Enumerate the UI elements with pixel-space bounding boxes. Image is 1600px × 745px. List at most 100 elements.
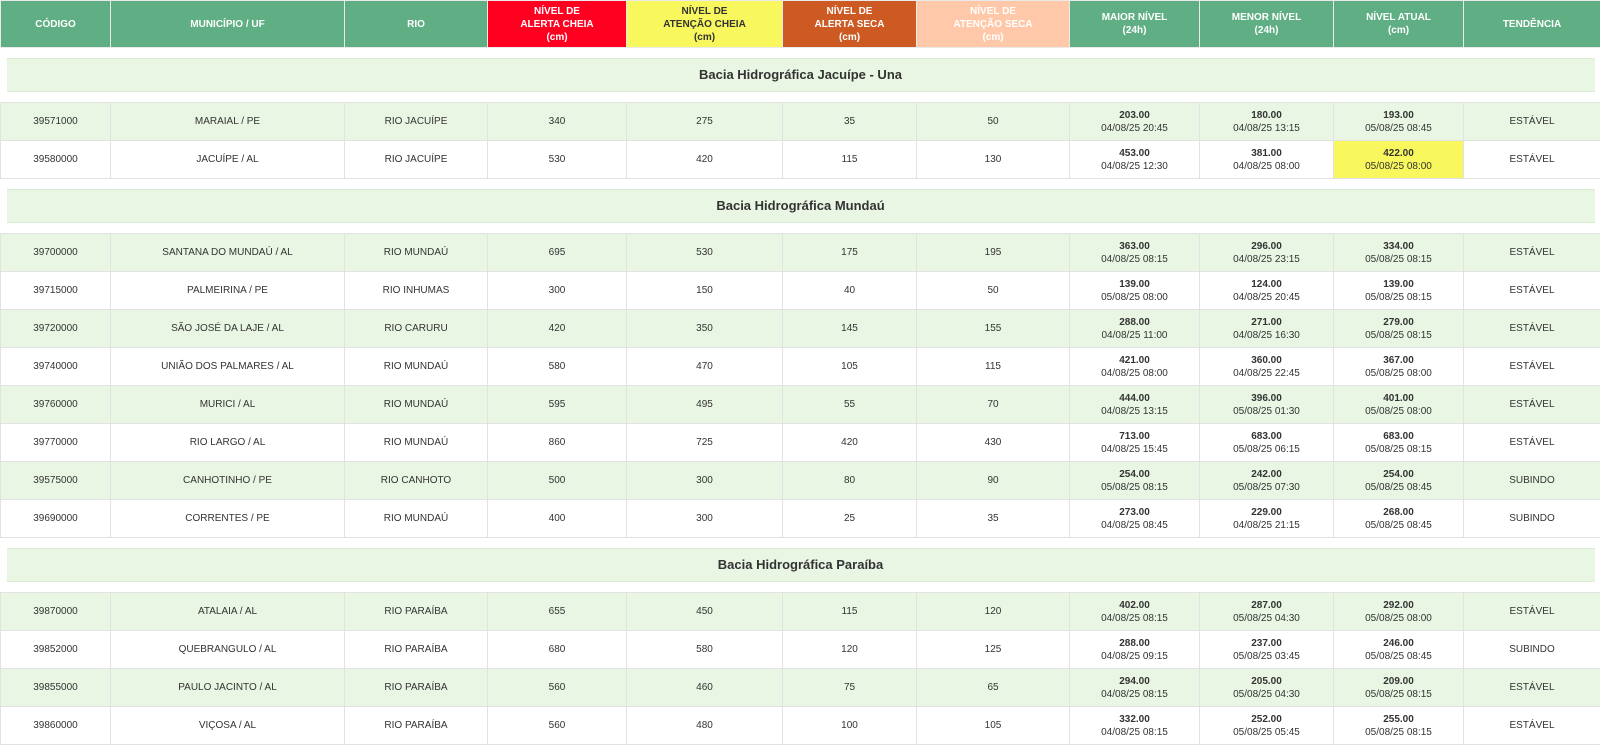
max-level-24h-value: 294.00 xyxy=(1070,675,1199,688)
trend: ESTÁVEL xyxy=(1464,386,1600,424)
trend: ESTÁVEL xyxy=(1464,272,1600,310)
river: RIO INHUMAS xyxy=(345,272,488,310)
station-code: 39580000 xyxy=(1,141,111,179)
current-level-datetime: 05/08/25 08:15 xyxy=(1334,329,1463,342)
basin-group-cell: Bacia Hidrográfica Mundaú xyxy=(1,179,1600,234)
municipality: CORRENTES / PE xyxy=(111,500,345,538)
basin-group-cell: Bacia Hidrográfica Paraíba xyxy=(1,538,1600,593)
river: RIO PARAÍBA xyxy=(345,631,488,669)
current-level-datetime: 05/08/25 08:45 xyxy=(1334,519,1463,532)
header-label-line: (cm) xyxy=(627,31,782,44)
flood-attention-level: 300 xyxy=(627,500,783,538)
min-level-24h-value: 237.00 xyxy=(1200,637,1333,650)
min-level-24h: 396.0005/08/25 01:30 xyxy=(1200,386,1334,424)
drought-attention-level: 155 xyxy=(917,310,1070,348)
max-level-24h: 402.0004/08/25 08:15 xyxy=(1070,593,1200,631)
basin-title: Bacia Hidrográfica Jacuípe - Una xyxy=(7,58,1595,92)
basin-group-row: Bacia Hidrográfica Jacuípe - Una xyxy=(1,48,1600,103)
station-code: 39760000 xyxy=(1,386,111,424)
flood-attention-level: 530 xyxy=(627,234,783,272)
header-label-line: (24h) xyxy=(1070,24,1199,37)
max-level-24h-datetime: 04/08/25 11:00 xyxy=(1070,329,1199,342)
municipality: MURICI / AL xyxy=(111,386,345,424)
river: RIO MUNDAÚ xyxy=(345,424,488,462)
station-row: 39580000JACUÍPE / ALRIO JACUÍPE530420115… xyxy=(1,141,1600,179)
flood-alert-level: 340 xyxy=(488,103,627,141)
flood-alert-level: 560 xyxy=(488,669,627,707)
current-level: 292.0005/08/25 08:00 xyxy=(1334,593,1464,631)
max-level-24h-datetime: 04/08/25 08:15 xyxy=(1070,726,1199,739)
flood-attention-level: 460 xyxy=(627,669,783,707)
river: RIO CANHOTO xyxy=(345,462,488,500)
flood-alert-level: 680 xyxy=(488,631,627,669)
flood-attention-level: 275 xyxy=(627,103,783,141)
river: RIO MUNDAÚ xyxy=(345,386,488,424)
current-level-value: 334.00 xyxy=(1334,240,1463,253)
header-nivel-atencao-cheia: NÍVEL DEATENÇÃO CHEIA(cm) xyxy=(627,1,783,48)
current-level: 279.0005/08/25 08:15 xyxy=(1334,310,1464,348)
flood-alert-level: 400 xyxy=(488,500,627,538)
flood-attention-level: 470 xyxy=(627,348,783,386)
max-level-24h-value: 254.00 xyxy=(1070,468,1199,481)
min-level-24h-datetime: 04/08/25 16:30 xyxy=(1200,329,1333,342)
station-code: 39700000 xyxy=(1,234,111,272)
current-level-value: 422.00 xyxy=(1334,147,1463,160)
flood-attention-level: 450 xyxy=(627,593,783,631)
max-level-24h-value: 288.00 xyxy=(1070,637,1199,650)
min-level-24h-value: 396.00 xyxy=(1200,392,1333,405)
current-level-datetime: 05/08/25 08:00 xyxy=(1334,160,1463,173)
current-level-value: 193.00 xyxy=(1334,109,1463,122)
min-level-24h: 271.0004/08/25 16:30 xyxy=(1200,310,1334,348)
header-label-line: NÍVEL DE xyxy=(783,5,916,18)
header-label-line: NÍVEL DE xyxy=(488,5,626,18)
current-level-value: 254.00 xyxy=(1334,468,1463,481)
municipality: MARAIAL / PE xyxy=(111,103,345,141)
basin-group-row: Bacia Hidrográfica Mundaú xyxy=(1,179,1600,234)
station-code: 39575000 xyxy=(1,462,111,500)
flood-attention-level: 725 xyxy=(627,424,783,462)
drought-attention-level: 105 xyxy=(917,707,1070,745)
max-level-24h-value: 402.00 xyxy=(1070,599,1199,612)
header-nivel-alerta-cheia: NÍVEL DEALERTA CHEIA(cm) xyxy=(488,1,627,48)
min-level-24h-value: 381.00 xyxy=(1200,147,1333,160)
drought-attention-level: 50 xyxy=(917,103,1070,141)
current-level-datetime: 05/08/25 08:15 xyxy=(1334,688,1463,701)
municipality: UNIÃO DOS PALMARES / AL xyxy=(111,348,345,386)
station-code: 39720000 xyxy=(1,310,111,348)
header-label-line: NÍVEL ATUAL xyxy=(1334,11,1463,24)
current-level-value: 367.00 xyxy=(1334,354,1463,367)
current-level: 268.0005/08/25 08:45 xyxy=(1334,500,1464,538)
header-label-line: NÍVEL DE xyxy=(917,5,1069,18)
trend: ESTÁVEL xyxy=(1464,348,1600,386)
flood-alert-level: 655 xyxy=(488,593,627,631)
drought-alert-level: 40 xyxy=(783,272,917,310)
header-menor-nivel-24h: MENOR NÍVEL(24h) xyxy=(1200,1,1334,48)
min-level-24h-datetime: 04/08/25 13:15 xyxy=(1200,122,1333,135)
trend: ESTÁVEL xyxy=(1464,669,1600,707)
min-level-24h-value: 683.00 xyxy=(1200,430,1333,443)
min-level-24h-datetime: 05/08/25 04:30 xyxy=(1200,612,1333,625)
min-level-24h-datetime: 05/08/25 05:45 xyxy=(1200,726,1333,739)
station-code: 39870000 xyxy=(1,593,111,631)
min-level-24h-value: 180.00 xyxy=(1200,109,1333,122)
min-level-24h: 287.0005/08/25 04:30 xyxy=(1200,593,1334,631)
min-level-24h-value: 124.00 xyxy=(1200,278,1333,291)
drought-alert-level: 100 xyxy=(783,707,917,745)
drought-attention-level: 430 xyxy=(917,424,1070,462)
flood-alert-level: 580 xyxy=(488,348,627,386)
drought-attention-level: 70 xyxy=(917,386,1070,424)
max-level-24h: 713.0004/08/25 15:45 xyxy=(1070,424,1200,462)
drought-alert-level: 145 xyxy=(783,310,917,348)
min-level-24h-value: 360.00 xyxy=(1200,354,1333,367)
header-codigo: CÓDIGO xyxy=(1,1,111,48)
basin-group-cell: Bacia Hidrográfica Jacuípe - Una xyxy=(1,48,1600,103)
min-level-24h-value: 205.00 xyxy=(1200,675,1333,688)
min-level-24h: 360.0004/08/25 22:45 xyxy=(1200,348,1334,386)
trend: ESTÁVEL xyxy=(1464,310,1600,348)
river: RIO PARAÍBA xyxy=(345,593,488,631)
current-level-value: 292.00 xyxy=(1334,599,1463,612)
header-municipio-uf: MUNICÍPIO / UF xyxy=(111,1,345,48)
min-level-24h: 242.0005/08/25 07:30 xyxy=(1200,462,1334,500)
max-level-24h: 294.0004/08/25 08:15 xyxy=(1070,669,1200,707)
station-code: 39770000 xyxy=(1,424,111,462)
